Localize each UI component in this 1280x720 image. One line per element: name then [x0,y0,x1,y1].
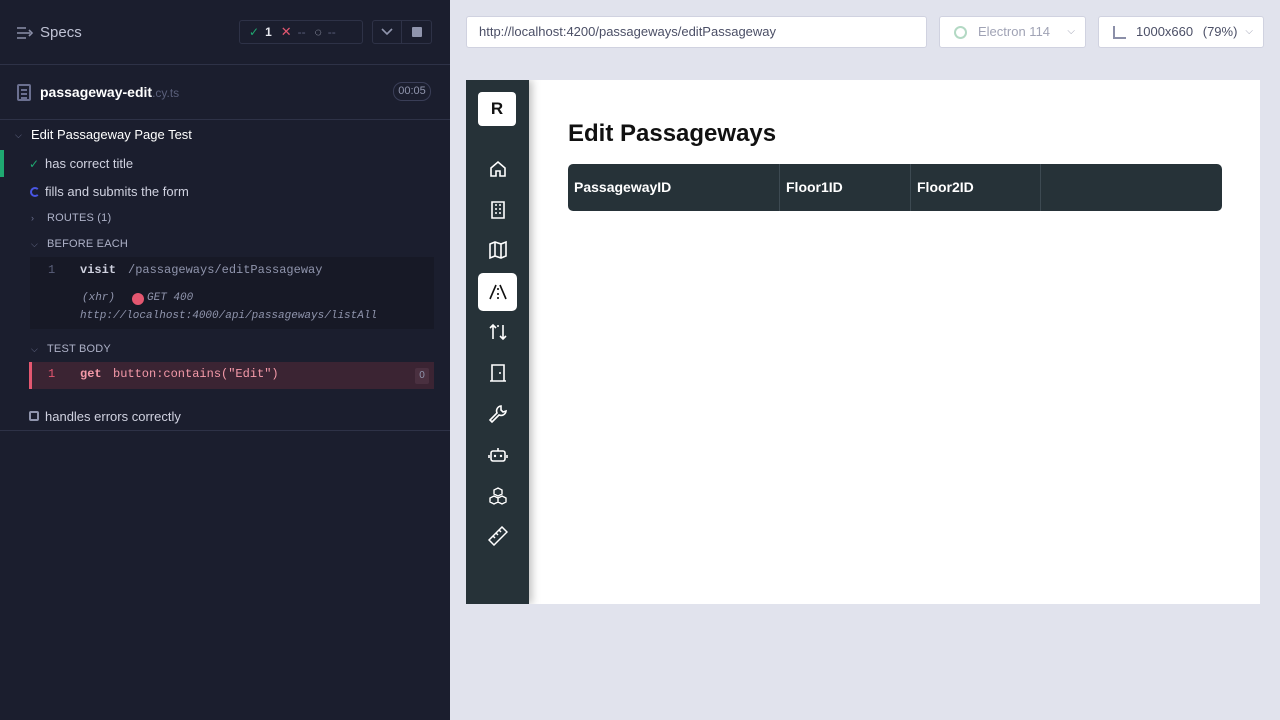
document-icon [17,84,31,101]
running-spinner-icon [30,187,40,197]
error-dot-icon [132,293,144,305]
cypress-reporter: Specs ✓ 1 ✕ -- ◌ -- passageway-edit.cy.t… [0,0,450,720]
aut-url-bar[interactable]: http://localhost:4200/passageways/editPa… [466,16,927,48]
map-icon [488,240,507,260]
chevron-down-icon[interactable]: ⌵ [31,344,38,355]
nav-robots[interactable] [478,436,517,474]
chevron-down-icon: ⌵ [1067,26,1075,37]
spec-file-header: passageway-edit.cy.ts 00:05 [0,66,450,120]
command-number: 1 [48,367,56,381]
ruler-icon [487,526,508,546]
building-icon [490,201,505,219]
xhr-status[interactable]: GET 400 [147,292,193,304]
command-argument[interactable]: /passageways/editPassageway [128,263,322,277]
nav-tasks[interactable] [478,477,517,515]
chevron-down-icon[interactable]: ⌵ [15,130,22,141]
xhr-label: (xhr) [82,292,116,304]
spinner-icon: ◌ [314,25,322,39]
pending-stat: ◌ -- [314,25,336,39]
home-icon [489,160,506,177]
app-under-test: R Edit Passageways PassagewayID Floor1ID… [466,80,1260,604]
robot-icon [487,448,508,462]
column-header-actions [1041,164,1222,211]
passed-stat: ✓ 1 [249,25,272,39]
routes-toggle[interactable]: ROUTES (1) [47,212,111,224]
run-duration: 00:05 [393,82,431,101]
command-name[interactable]: get [80,367,102,381]
nav-buildings[interactable] [478,191,517,229]
column-header-floor1-id: Floor1ID [780,164,911,211]
test-title[interactable]: fills and submits the form [45,184,189,199]
nav-passageways[interactable] [478,273,517,311]
specs-menu-icon[interactable] [16,25,34,41]
nav-floors-map[interactable] [478,231,517,269]
reporter-header: Specs ✓ 1 ✕ -- ◌ -- [0,0,450,65]
viewport-selector[interactable]: 1000x660 (79%) ⌵ [1098,16,1264,48]
nav-home[interactable] [478,150,517,188]
chevron-down-icon: ⌵ [1245,26,1253,37]
stop-icon [411,27,422,37]
pending-test-icon [29,411,39,421]
passageways-table-header: PassagewayID Floor1ID Floor2ID [568,164,1222,211]
nav-measure[interactable] [478,517,517,555]
suite-title[interactable]: Edit Passageway Page Test [31,127,192,142]
command-name[interactable]: visit [80,263,116,277]
check-icon: ✓ [249,25,260,39]
nav-elevators[interactable] [478,313,517,351]
command-number: 1 [48,263,56,277]
failed-stat: ✕ -- [280,24,306,39]
column-header-passageway-id: PassagewayID [568,164,780,211]
chevron-right-icon[interactable]: › [31,213,34,223]
browser-selector[interactable]: Electron 114 ⌵ [939,16,1086,48]
nav-rooms[interactable] [478,354,517,392]
test-body-toggle[interactable]: TEST BODY [47,343,111,355]
column-header-floor2-id: Floor2ID [911,164,1041,211]
passed-indicator-bar [0,150,4,177]
specs-label[interactable]: Specs [40,24,82,41]
app-logo[interactable]: R [478,92,516,126]
check-icon: ✓ [29,157,40,171]
element-count-badge: 0 [415,368,429,384]
stop-button[interactable] [402,20,432,44]
x-icon: ✕ [280,24,292,39]
electron-icon [954,26,967,39]
nav-maintenance[interactable] [478,395,517,433]
spec-file-name[interactable]: passageway-edit.cy.ts [40,84,179,100]
cubes-icon [488,487,507,505]
command-argument[interactable]: button:contains("Edit") [113,367,279,381]
test-title[interactable]: has correct title [45,156,133,171]
elevator-icon [488,323,507,341]
test-title[interactable]: handles errors correctly [45,409,181,424]
chevron-down-icon [381,28,393,36]
passageway-icon [488,284,507,300]
wrench-icon [488,405,507,424]
test-stats: ✓ 1 ✕ -- ◌ -- [239,20,363,44]
ruler-icon [1113,26,1126,39]
before-each-toggle[interactable]: BEFORE EACH [47,238,128,250]
page-title: Edit Passageways [568,120,777,147]
door-icon [489,364,506,382]
chevron-down-icon[interactable]: ⌵ [31,239,38,250]
app-sidebar: R [466,80,529,604]
expand-collapse-button[interactable] [372,20,402,44]
xhr-url[interactable]: http://localhost:4000/api/passageways/li… [80,310,377,322]
divider [0,430,450,431]
